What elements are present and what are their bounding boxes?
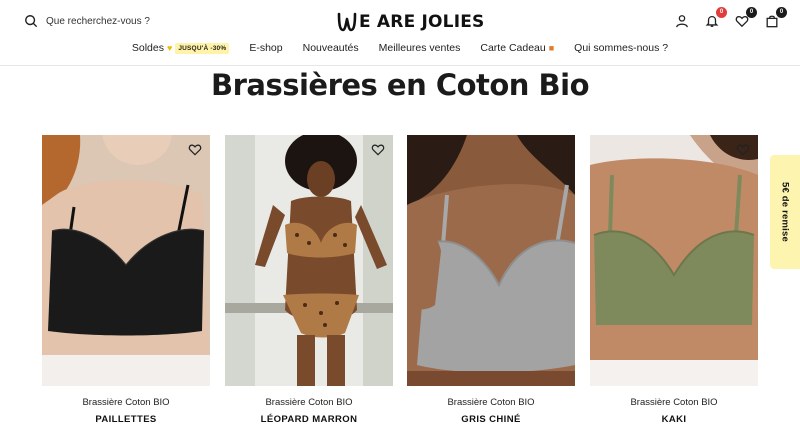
brand-logo[interactable]: E ARE JOLIES	[336, 10, 485, 34]
account-button[interactable]	[674, 12, 690, 30]
nav-item-eshop[interactable]: E-shop	[249, 42, 282, 54]
nav-item-meilleures-ventes[interactable]: Meilleures ventes	[379, 42, 461, 54]
cart-badge: 0	[776, 7, 787, 18]
product-name: Brassière Coton BIO	[265, 397, 353, 408]
search-bar[interactable]: Que recherchez-vous ?	[24, 14, 150, 28]
gift-icon: ■	[548, 43, 555, 53]
wishlist-button[interactable]: 0	[734, 7, 757, 30]
nav-item-carte-cadeau[interactable]: Carte Cadeau ■	[480, 42, 554, 54]
nav-item-soldes[interactable]: Soldes ♥ JUSQU'À -30%	[131, 42, 230, 54]
product-card[interactable]: Brassière Coton BIO LÉOPARD MARRON	[225, 135, 393, 424]
discount-side-tab-label: 5€ de remise	[779, 182, 791, 242]
wishlist-toggle[interactable]	[371, 143, 385, 157]
product-variant: GRIS CHINÉ	[461, 414, 521, 424]
header-icons: 0 0 0	[674, 7, 787, 30]
wishlist-badge: 0	[746, 7, 757, 18]
wishlist-toggle[interactable]	[736, 143, 750, 157]
search-placeholder: Que recherchez-vous ?	[46, 15, 150, 27]
product-variant: LÉOPARD MARRON	[260, 414, 358, 424]
nav-item-nouveautes[interactable]: Nouveautés	[303, 42, 359, 54]
discount-side-tab[interactable]: 5€ de remise	[770, 155, 800, 269]
nav-soldes-label: Soldes	[131, 42, 164, 54]
product-image[interactable]	[590, 135, 758, 386]
product-image[interactable]	[225, 135, 393, 386]
product-variant: KAKI	[661, 414, 687, 424]
promo-tag: JUSQU'À -30%	[175, 42, 230, 54]
logo-w-icon	[337, 12, 357, 32]
logo-text: E ARE JOLIES	[359, 12, 485, 32]
product-image[interactable]	[42, 135, 210, 386]
main-nav: Soldes ♥ JUSQU'À -30% E-shop Nouveautés …	[0, 42, 800, 54]
heart-outline-icon	[736, 144, 750, 156]
product-card[interactable]: Brassière Coton BIO KAKI	[590, 135, 758, 424]
user-icon	[676, 15, 688, 28]
search-icon	[25, 15, 38, 28]
product-image[interactable]	[407, 135, 575, 386]
cart-button[interactable]: 0	[764, 7, 787, 30]
wishlist-toggle[interactable]	[188, 143, 202, 157]
product-name: Brassière Coton BIO	[82, 397, 170, 408]
heart-outline-icon	[371, 144, 385, 156]
heart-outline-icon	[188, 144, 202, 156]
product-card[interactable]: Brassière Coton BIO GRIS CHINÉ	[407, 135, 575, 424]
yellow-heart-icon: ♥	[166, 43, 173, 53]
page-title: Brassières en Coton Bio	[210, 68, 590, 102]
product-variant: PAILLETTES	[95, 414, 157, 424]
nav-item-qui-sommes-nous[interactable]: Qui sommes-nous ?	[574, 42, 668, 54]
site-header: Que recherchez-vous ? E ARE JOLIES 0 0 0…	[0, 0, 800, 66]
product-name: Brassière Coton BIO	[447, 397, 535, 408]
notifications-button[interactable]: 0	[704, 7, 727, 30]
product-card[interactable]: Brassière Coton BIO PAILLETTES	[42, 135, 210, 424]
notifications-badge: 0	[716, 7, 727, 18]
nav-carte-cadeau-label: Carte Cadeau	[480, 42, 546, 54]
product-name: Brassière Coton BIO	[630, 397, 718, 408]
